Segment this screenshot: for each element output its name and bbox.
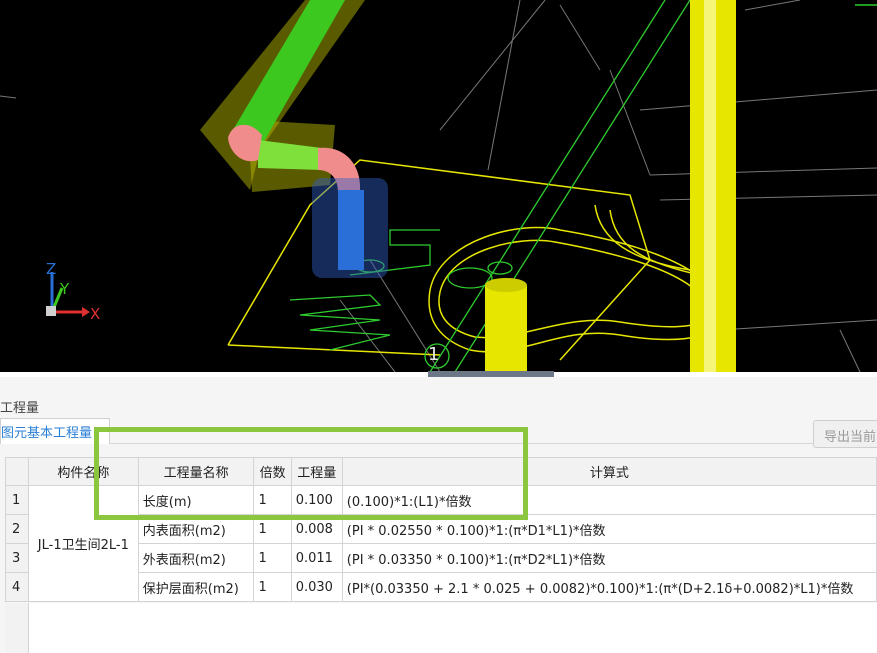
row-index: 4 [5,572,29,602]
quantity-cell[interactable]: 0.030 [290,572,343,602]
header-formula[interactable]: 计算式 [341,457,877,486]
table-header-row: 构件名称 工程量名称 倍数 工程量 计算式 [5,457,877,486]
tab-strip: 图元基本工程量 [0,418,877,444]
multiplier-cell[interactable]: 1 [253,572,292,602]
header-quantity-name[interactable]: 工程量名称 [137,457,255,486]
quantity-cell[interactable]: 0.100 [290,485,343,515]
header-index [5,457,29,486]
axis-y-label: Y [60,280,70,298]
quantity-name-cell[interactable]: 长度(m) [137,485,255,515]
axis-z-label: Z [46,260,57,278]
multiplier-cell[interactable]: 1 [253,514,292,544]
formula-cell[interactable]: (PI * 0.03350 * 0.100)*1:(π*D2*L1)*倍数 [341,543,877,573]
header-quantity[interactable]: 工程量 [290,457,343,486]
row-header-filler [5,603,29,653]
formula-cell[interactable]: (PI*(0.03350 + 2.1 * 0.025 + 0.0082)*0.1… [341,572,877,602]
component-name-cell[interactable]: JL-1卫生间2L-1 [27,485,139,602]
multiplier-cell[interactable]: 1 [253,543,292,573]
quantity-cell[interactable]: 0.011 [290,543,343,573]
multiplier-cell[interactable]: 1 [253,485,292,515]
quantity-panel: 工程量 图元基本工程量 导出当前 构件名称 工程量名称 倍数 工程量 计算式 1… [0,377,877,653]
formula-cell[interactable]: (PI * 0.02550 * 0.100)*1:(π*D1*L1)*倍数 [341,514,877,544]
header-component-name[interactable]: 构件名称 [27,457,139,486]
export-current-button[interactable]: 导出当前 [813,420,877,448]
3d-scene [0,0,877,372]
table-row[interactable]: 1 JL-1卫生间2L-1 长度(m) 1 0.100 (0.100)*1:(L… [5,485,877,602]
quantity-name-cell[interactable]: 内表面积(m2) [137,514,255,544]
quantity-name-cell[interactable]: 保护层面积(m2) [137,572,255,602]
view-number-label: 1 [428,344,440,365]
tab-basic-quantity[interactable]: 图元基本工程量 [0,418,110,444]
row-index: 1 [5,485,29,515]
panel-title: 工程量 [0,401,40,416]
3d-viewport[interactable]: Z Y X 1 [0,0,877,372]
row-index: 3 [5,543,29,573]
table-empty-area [29,603,877,653]
formula-cell[interactable]: (0.100)*1:(L1)*倍数 [341,485,877,515]
quantity-cell[interactable]: 0.008 [290,514,343,544]
row-index: 2 [5,514,29,544]
quantity-table: 构件名称 工程量名称 倍数 工程量 计算式 1 JL-1卫生间2L-1 长度(m… [5,457,877,602]
header-multiplier[interactable]: 倍数 [253,457,292,486]
axis-x-label: X [90,305,101,323]
quantity-name-cell[interactable]: 外表面积(m2) [137,543,255,573]
